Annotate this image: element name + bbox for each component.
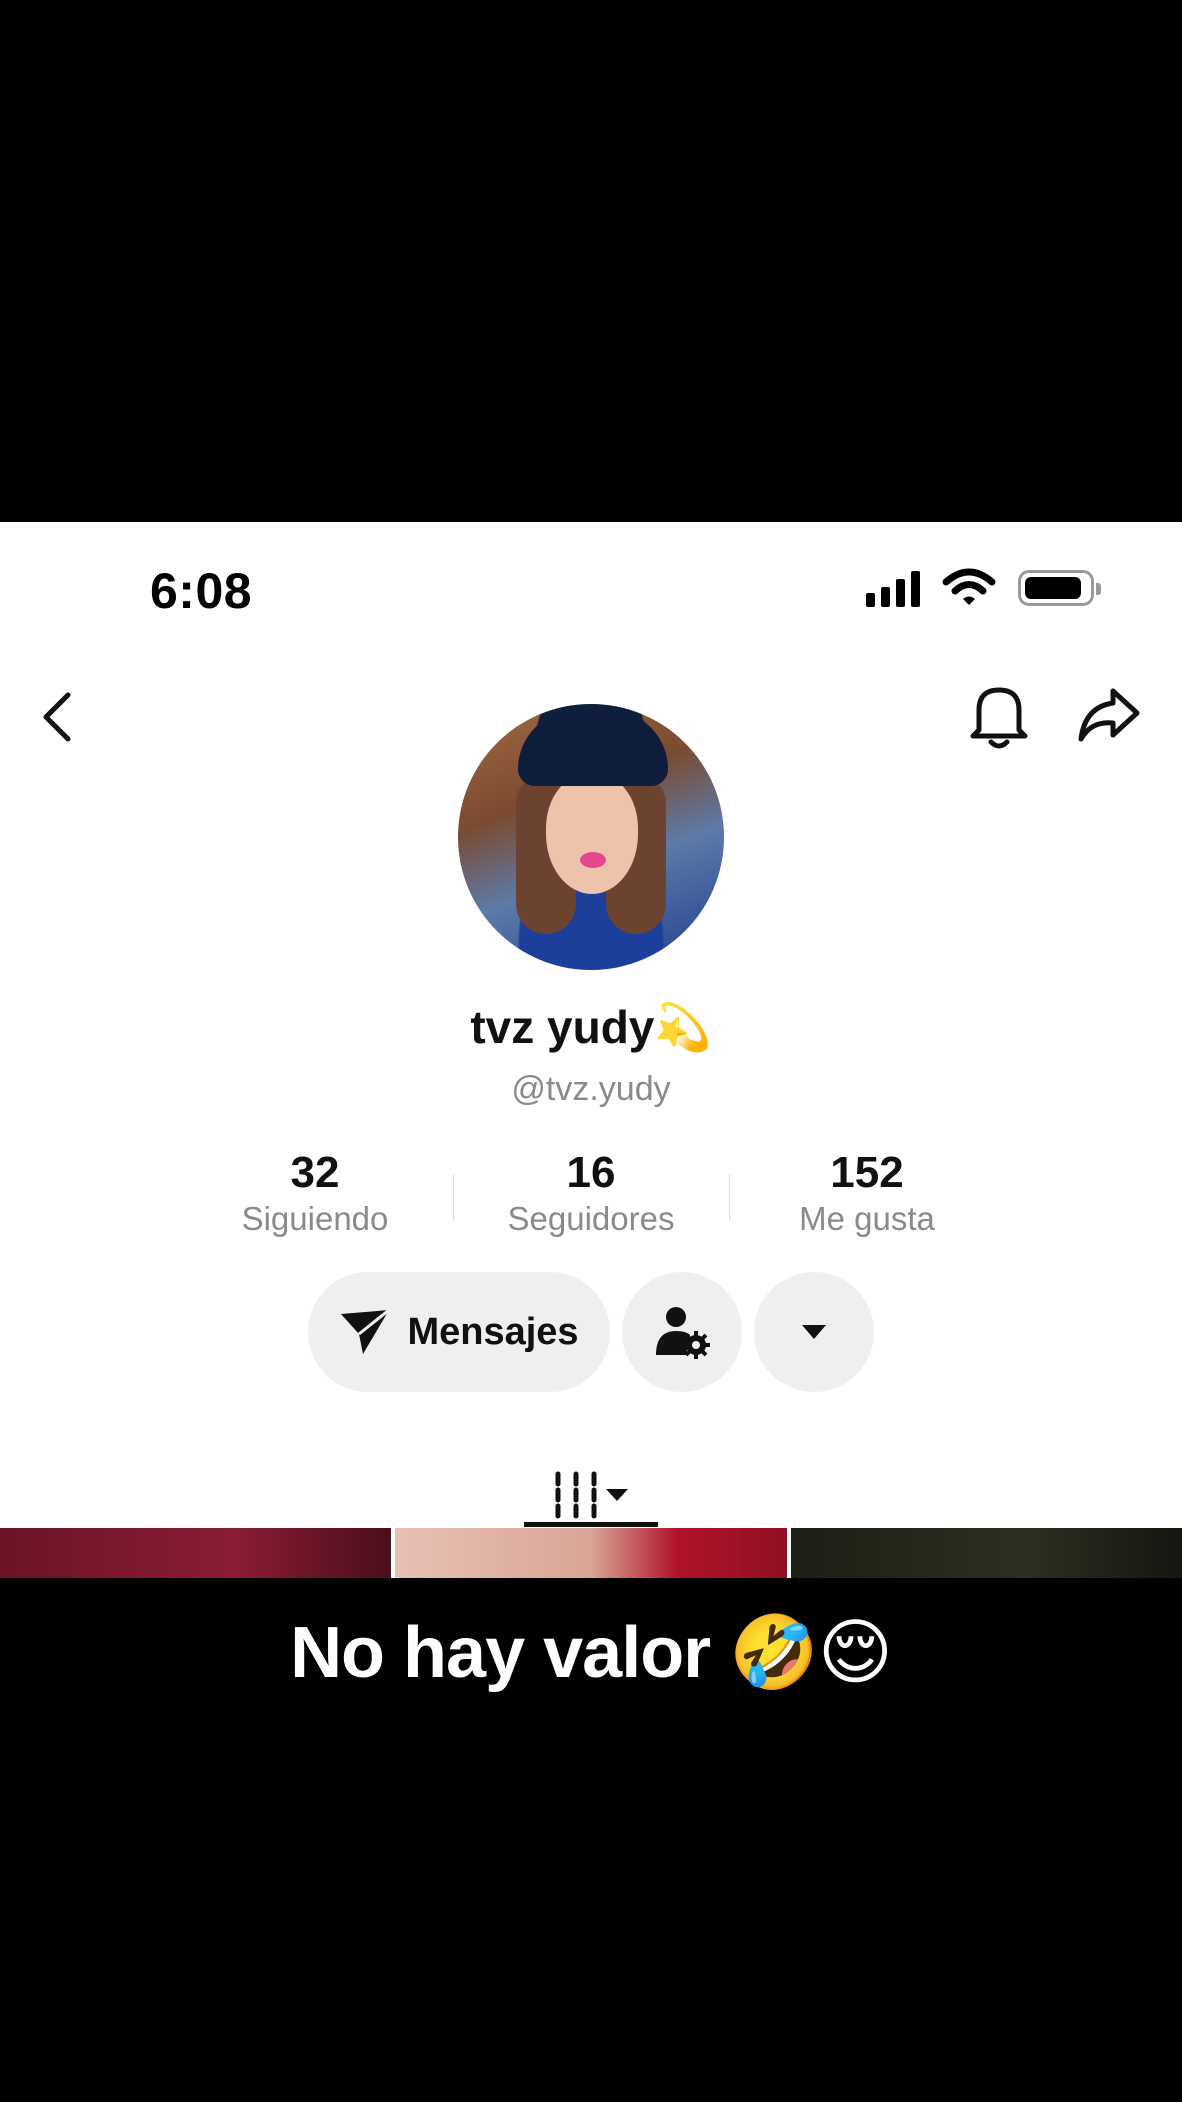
video-thumbnail[interactable] [395, 1528, 787, 1578]
bell-icon [970, 687, 1028, 749]
caret-down-icon [802, 1325, 826, 1339]
status-icons [866, 568, 1101, 608]
video-thumbnail[interactable] [0, 1528, 392, 1578]
stat-value: 152 [830, 1148, 904, 1197]
stat-value: 32 [290, 1148, 340, 1197]
username: @tvz.yudy [511, 1070, 671, 1108]
more-options-button[interactable] [754, 1272, 874, 1392]
profile-screen: 6:08 tvz yudy💫 @tvz.yudy 32 Siguiendo 16… [0, 522, 1182, 1578]
back-button[interactable] [28, 682, 84, 752]
share-button[interactable] [1074, 682, 1144, 748]
stat-label: Siguiendo [241, 1199, 389, 1237]
notifications-button[interactable] [966, 678, 1032, 754]
video-thumbnail[interactable] [790, 1528, 1182, 1578]
person-gear-icon [656, 1307, 710, 1359]
video-grid [0, 1528, 1182, 1578]
stat-label: Me gusta [799, 1199, 935, 1237]
profile-actions: Mensajes [0, 1272, 1182, 1392]
chevron-left-icon [43, 692, 71, 742]
stat-followers[interactable]: 16 Seguidores [453, 1148, 729, 1238]
video-caption: No hay valor 🤣😌 [290, 1613, 893, 1693]
stat-value: 16 [566, 1148, 616, 1197]
friend-settings-button[interactable] [622, 1272, 742, 1392]
messages-label: Mensajes [407, 1310, 579, 1353]
messages-button[interactable]: Mensajes [308, 1272, 610, 1392]
status-time: 6:08 [150, 563, 253, 619]
profile-stats: 32 Siguiendo 16 Seguidores 152 Me gusta [0, 1148, 1182, 1238]
battery-icon [1018, 570, 1101, 606]
avatar[interactable] [458, 704, 724, 970]
wifi-icon [942, 568, 996, 605]
stat-label: Seguidores [507, 1199, 675, 1237]
cellular-signal-icon [866, 569, 920, 607]
grid-icon [555, 1471, 597, 1519]
stat-likes[interactable]: 152 Me gusta [729, 1148, 1005, 1238]
display-name: tvz yudy💫 [470, 1001, 712, 1053]
active-tab-indicator [524, 1522, 658, 1527]
share-arrow-icon [1078, 688, 1140, 742]
paper-plane-icon [341, 1308, 391, 1354]
stat-following[interactable]: 32 Siguiendo [177, 1148, 453, 1238]
caret-down-icon [606, 1489, 628, 1501]
